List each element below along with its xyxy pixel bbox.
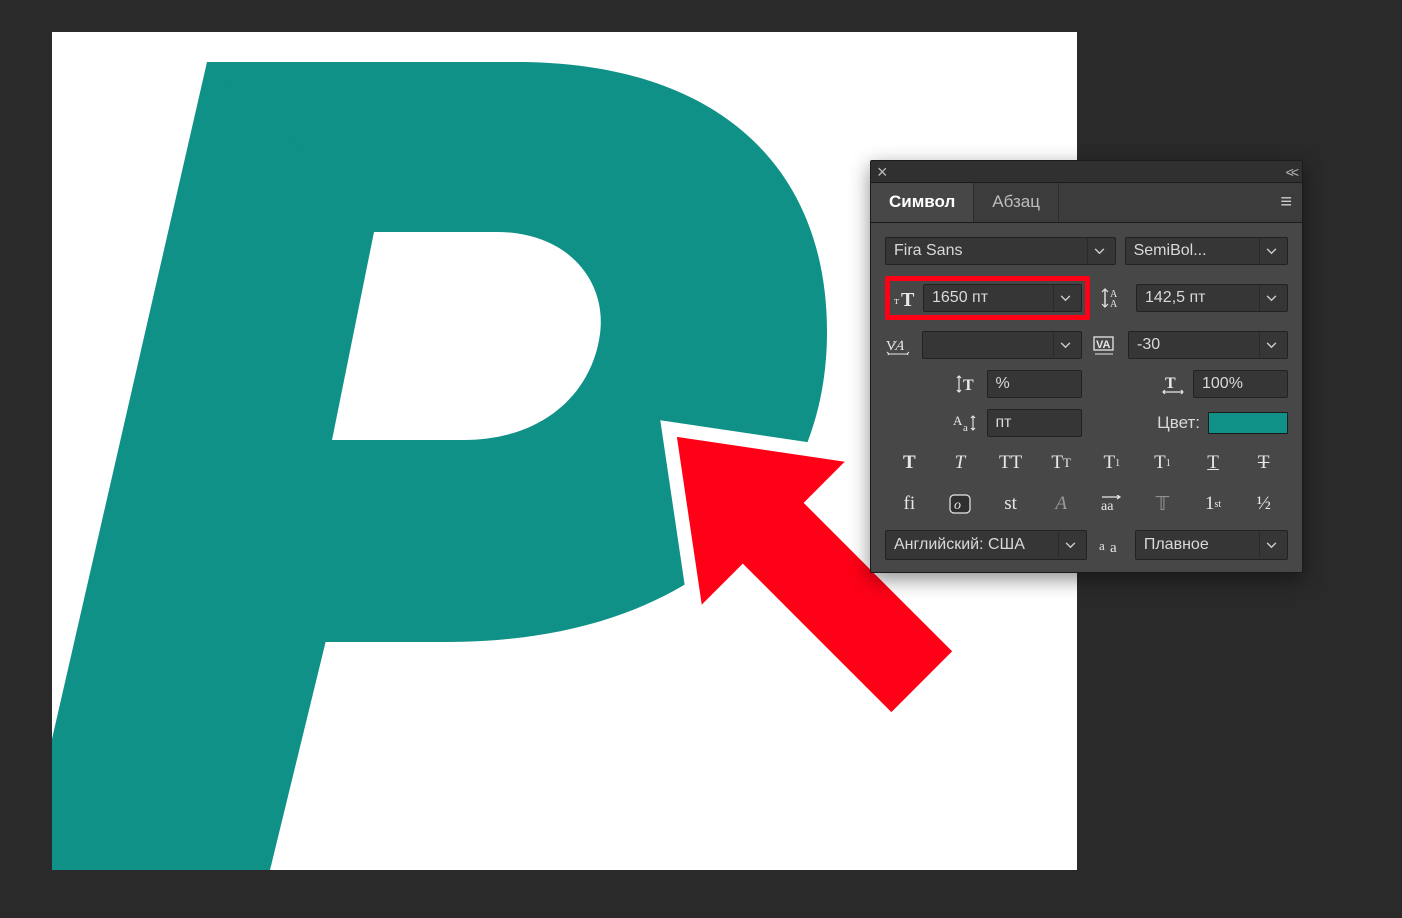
font-family-value: Fira Sans (894, 242, 1083, 260)
panel-tabs: Символ Абзац ≡ (871, 183, 1302, 223)
font-weight-select[interactable]: SemiBol... (1125, 237, 1288, 265)
chevron-down-icon (1259, 532, 1283, 558)
font-family-select[interactable]: Fira Sans (885, 237, 1116, 265)
ot-titling[interactable]: 𝕋 (1138, 489, 1187, 519)
svg-text:a: a (963, 422, 968, 434)
svg-text:aa: aa (1101, 499, 1114, 513)
baseline-shift-icon: A a (951, 411, 979, 435)
chevron-down-icon (1259, 238, 1283, 264)
style-strikethrough[interactable]: T (1239, 448, 1288, 478)
ot-ordinals[interactable]: 1st (1189, 489, 1238, 519)
horizontal-scale-value: 100% (1202, 375, 1243, 393)
svg-text:T: T (1165, 375, 1176, 392)
horizontal-scale-icon: T (1159, 372, 1187, 396)
chevron-down-icon (1259, 332, 1283, 358)
color-label: Цвет: (1157, 413, 1200, 433)
tracking-select[interactable]: -30 (1128, 331, 1288, 359)
svg-text:T: T (963, 377, 974, 394)
svg-text:a: a (1099, 538, 1105, 553)
svg-text:a: a (1110, 540, 1117, 555)
tab-paragraph[interactable]: Абзац (974, 183, 1059, 222)
ot-ligatures[interactable]: fi (885, 489, 934, 519)
kerning-icon: V /A (885, 333, 913, 357)
chevron-down-icon (1058, 532, 1082, 558)
tracking-value: -30 (1137, 336, 1255, 354)
tracking-icon: VA (1091, 333, 1119, 357)
font-size-highlight: т T 1650 пт (885, 276, 1090, 320)
close-icon[interactable]: × (877, 163, 888, 181)
horizontal-scale-input[interactable]: 100% (1193, 370, 1288, 398)
font-size-icon: т T (893, 286, 921, 310)
style-smallcaps[interactable]: TT (1037, 448, 1086, 478)
style-underline[interactable]: T (1189, 448, 1238, 478)
chevron-down-icon (1053, 332, 1077, 358)
chevron-down-icon (1087, 238, 1111, 264)
svg-text:VA: VA (1096, 339, 1111, 351)
svg-text:т: т (894, 295, 899, 307)
panel-title-bar: × << (871, 161, 1302, 183)
svg-text:T: T (901, 289, 915, 308)
ot-fractions[interactable]: ½ (1239, 489, 1288, 519)
svg-text:A: A (1110, 299, 1118, 309)
vertical-scale-icon: T (953, 372, 981, 396)
style-bold[interactable]: T (885, 448, 934, 478)
baseline-shift-input[interactable]: пт (987, 409, 1082, 437)
kerning-select[interactable] (922, 331, 1082, 359)
antialias-select[interactable]: Плавное (1135, 530, 1288, 560)
style-subscript[interactable]: T1 (1138, 448, 1187, 478)
style-italic[interactable]: T (936, 448, 985, 478)
ot-contextual[interactable]: o (936, 489, 985, 519)
baseline-shift-value: пт (996, 414, 1012, 432)
type-style-row-1: T T TT TT T1 T1 T T (885, 448, 1288, 478)
panel-collapse-icon[interactable]: << (1286, 164, 1296, 180)
antialias-value: Плавное (1144, 536, 1255, 554)
tab-character[interactable]: Символ (871, 183, 974, 222)
leading-select[interactable]: 142,5 пт (1136, 284, 1288, 312)
chevron-down-icon (1053, 285, 1077, 311)
leading-icon: A A (1099, 286, 1127, 310)
chevron-down-icon (1259, 285, 1283, 311)
text-color-swatch[interactable] (1208, 412, 1288, 434)
style-superscript[interactable]: T1 (1088, 448, 1137, 478)
panel-menu-icon[interactable]: ≡ (1280, 191, 1292, 214)
language-select[interactable]: Английский: США (885, 530, 1087, 560)
vertical-scale-input[interactable]: % (987, 370, 1082, 398)
language-value: Английский: США (894, 536, 1054, 554)
ot-stylistic-alt[interactable]: aa (1088, 489, 1137, 519)
svg-text:A: A (953, 413, 963, 428)
ot-discretionary[interactable]: st (986, 489, 1035, 519)
character-panel: × << Символ Абзац ≡ Fira Sans SemiBol... (870, 160, 1303, 573)
style-allcaps[interactable]: TT (986, 448, 1035, 478)
antialias-icon: a a (1097, 533, 1125, 557)
font-size-select[interactable]: 1650 пт (923, 284, 1082, 312)
svg-text:o: o (954, 498, 961, 513)
font-weight-value: SemiBol... (1134, 242, 1255, 260)
font-size-value: 1650 пт (932, 289, 1049, 307)
vertical-scale-value: % (996, 375, 1010, 393)
leading-value: 142,5 пт (1145, 289, 1255, 307)
opentype-row: fi o st A aa 𝕋 1st ½ (885, 489, 1288, 519)
ot-swash[interactable]: A (1037, 489, 1086, 519)
